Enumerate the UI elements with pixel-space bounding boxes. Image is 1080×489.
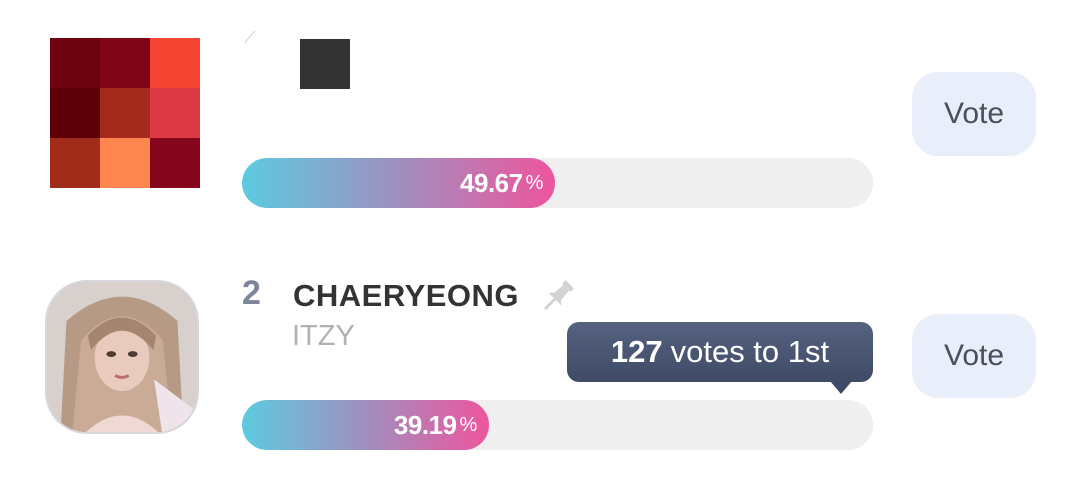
votes-to-first-count: 127: [610, 334, 663, 369]
arrow-icon: ⟋: [244, 30, 256, 47]
candidate-thumbnail[interactable]: [50, 38, 200, 188]
candidate-name: CHAERYEONG: [293, 278, 520, 313]
percent-value: 49.67: [460, 167, 523, 198]
thumbnail-pixel: [150, 38, 200, 88]
percent-sign: %: [459, 413, 478, 436]
vote-progress-fill: 39.19 %: [242, 400, 490, 450]
thumbnail-pixel: [50, 138, 100, 188]
percent-sign: %: [525, 171, 544, 194]
avatar[interactable]: [45, 280, 199, 434]
votes-to-first-label: votes to 1st: [670, 334, 830, 369]
votes-to-first-tooltip: 127 votes to 1st: [567, 322, 873, 382]
vote-button[interactable]: Vote: [912, 72, 1036, 156]
ranking-row-1: ⟋ 49.67 % Vote: [0, 0, 1080, 240]
pushpin-icon[interactable]: [536, 276, 578, 318]
thumbnail-pixel: [150, 88, 200, 138]
rank-number: 2: [242, 274, 261, 312]
thumbnail-pixel: [50, 88, 100, 138]
vote-button[interactable]: Vote: [912, 314, 1036, 398]
vote-progress-fill: 49.67 %: [242, 158, 556, 208]
placeholder-square: [300, 39, 350, 89]
thumbnail-pixel: [100, 138, 150, 188]
profile-photo: [47, 282, 197, 432]
thumbnail-pixel: [150, 138, 200, 188]
vote-progress-bar: 39.19 %: [242, 400, 873, 450]
group-name: ITZY: [292, 320, 355, 352]
tooltip-pointer: [830, 381, 852, 394]
thumbnail-pixel: [50, 38, 100, 88]
thumbnail-pixel: [100, 88, 150, 138]
ranking-row-2: 2 CHAERYEONG ITZY 127 votes to 1st 39.19…: [0, 240, 1080, 489]
vote-progress-bar: 49.67 %: [242, 158, 873, 208]
percent-value: 39.19: [393, 409, 457, 440]
thumbnail-pixel: [100, 38, 150, 88]
